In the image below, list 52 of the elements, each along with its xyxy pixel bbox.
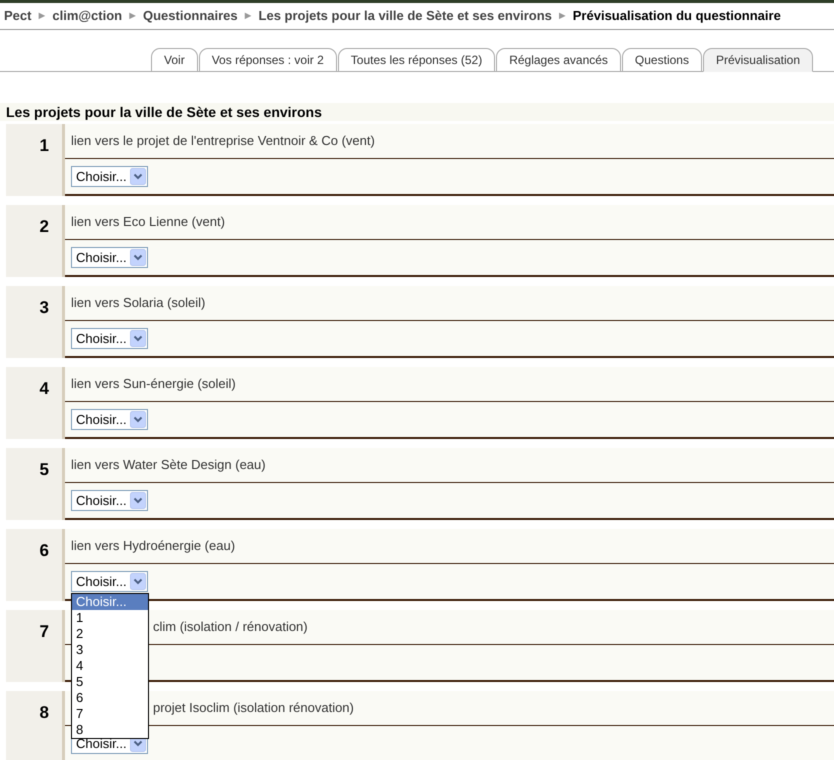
page-heading: Les projets pour la ville de Sète et ses environs (6, 102, 322, 122)
chevron-down-icon (130, 330, 146, 347)
breadcrumb-current: Prévisualisation du questionnaire (572, 7, 781, 26)
dropdown-option[interactable]: 6 (72, 690, 148, 706)
breadcrumb-separator: ► (127, 8, 138, 24)
breadcrumb-link[interactable]: Questionnaires (143, 6, 238, 26)
select-dropdown[interactable]: Choisir... (71, 571, 148, 592)
dropdown-option[interactable]: 7 (72, 706, 148, 722)
question-number: 5 (40, 461, 49, 481)
chevron-down-icon (130, 492, 146, 509)
question-text: lien vers Hydroénergie (eau) (71, 537, 236, 556)
tab[interactable]: Questions (622, 48, 702, 72)
question-number: 4 (40, 380, 49, 400)
question-text: lien vers Eco Lienne (vent) (71, 213, 225, 232)
tab[interactable]: Voir (151, 48, 198, 72)
question-text: projet Isoclim (isolation rénovation) (153, 699, 354, 718)
chevron-down-icon (130, 249, 146, 266)
question-text: lien vers le projet de l'entreprise Ventnoir & Co (vent) (71, 132, 375, 150)
question-text: clim (isolation / rénovation) (153, 618, 308, 636)
select-dropdown[interactable]: Choisir... (71, 166, 148, 187)
question-number: 2 (40, 218, 49, 238)
select-dropdown[interactable]: Choisir... (71, 328, 148, 349)
question-number: 3 (40, 299, 49, 319)
question-number: 7 (40, 623, 49, 643)
tab[interactable]: Prévisualisation (702, 48, 813, 72)
question-text: lien vers Water Sète Design (eau) (71, 456, 266, 474)
breadcrumb-link[interactable]: Pect (4, 6, 32, 26)
question-text: lien vers Sun-énergie (soleil) (71, 375, 236, 394)
select-dropdown[interactable]: Choisir... (71, 247, 148, 268)
dropdown-option[interactable]: 4 (72, 658, 148, 674)
question-number: 8 (40, 704, 49, 724)
tab[interactable]: Vos réponses : voir 2 (198, 48, 337, 72)
breadcrumb-link[interactable]: clim@ction (52, 6, 122, 26)
breadcrumb-link[interactable]: Les projets pour la ville de Sète et ses environs (258, 6, 552, 26)
select-dropdown[interactable]: Choisir... (71, 490, 148, 511)
tab[interactable]: Réglages avancés (496, 48, 621, 72)
question-number: 1 (40, 137, 49, 157)
chevron-down-icon (130, 411, 146, 428)
question-text: lien vers Solaria (soleil) (71, 294, 206, 312)
breadcrumb-separator: ► (36, 8, 48, 24)
chevron-down-icon (130, 573, 146, 590)
chevron-down-icon (130, 168, 146, 185)
dropdown-option[interactable]: 2 (72, 626, 148, 642)
tab[interactable]: Toutes les réponses (52) (338, 48, 496, 72)
question-number: 6 (40, 542, 49, 562)
select-dropdown[interactable]: Choisir... (71, 409, 148, 430)
dropdown-option[interactable]: 5 (72, 674, 148, 690)
dropdown-option[interactable]: Choisir... (72, 594, 148, 610)
breadcrumb-separator: ► (556, 8, 568, 24)
dropdown-option[interactable]: 3 (72, 642, 148, 658)
dropdown-option[interactable]: 1 (72, 610, 148, 626)
breadcrumb-separator: ► (242, 8, 254, 24)
